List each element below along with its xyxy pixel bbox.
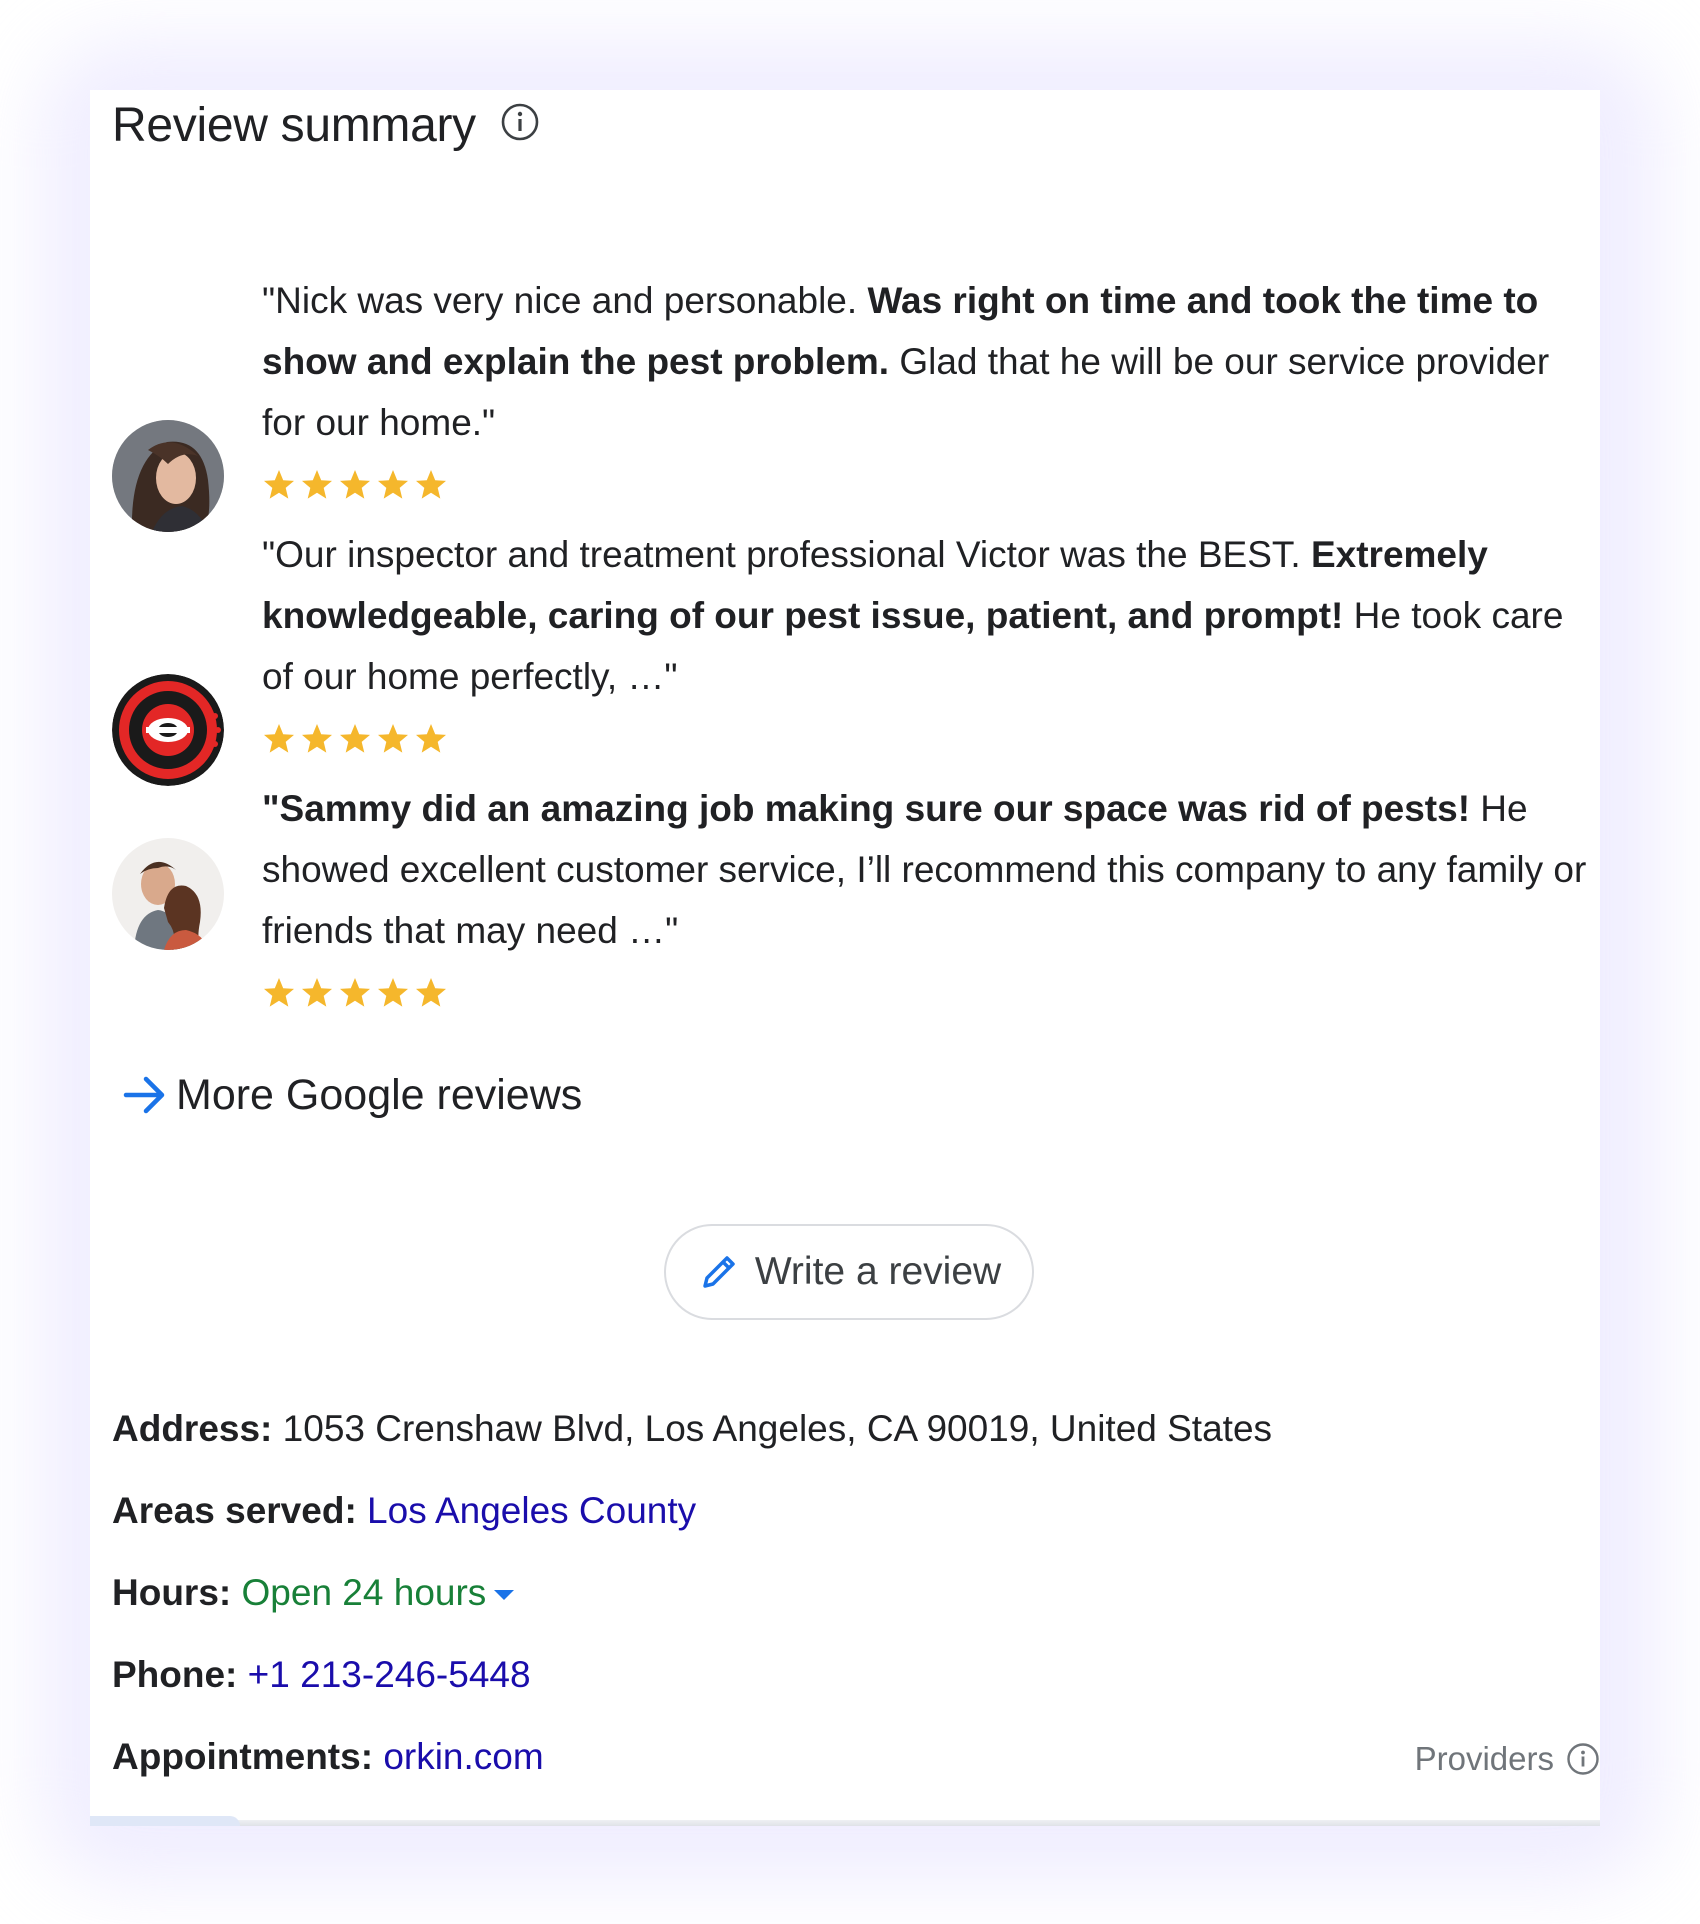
appointments-label: Appointments: xyxy=(112,1736,374,1777)
write-review-label: Write a review xyxy=(754,1250,1002,1293)
phone-row: Phone: +1 213-246-5448 xyxy=(112,1654,531,1696)
star-icon xyxy=(416,470,446,499)
areas-served-row: Areas served: Los Angeles County xyxy=(112,1490,696,1532)
review-highlight: "Sammy did an amazing job making sure ou… xyxy=(262,788,1471,829)
section-title: Review summary xyxy=(112,99,476,152)
pencil-icon xyxy=(703,1256,735,1288)
areas-served-link[interactable]: Los Angeles County xyxy=(367,1490,696,1531)
review-text: "Nick was very nice and personable. Was … xyxy=(262,270,1592,453)
review-summary-card: Review summary "Nick was very nice and p… xyxy=(90,90,1600,1826)
address-value: 1053 Crenshaw Blvd, Los Angeles, CA 9001… xyxy=(282,1408,1273,1449)
card-divider xyxy=(90,1820,1600,1826)
review-text: "Our inspector and treatment professiona… xyxy=(262,524,1592,707)
phone-label: Phone: xyxy=(112,1654,238,1695)
star-icon xyxy=(302,724,332,753)
star-rating xyxy=(262,976,448,1010)
star-icon xyxy=(340,978,370,1007)
review-text: "Sammy did an amazing job making sure ou… xyxy=(262,778,1592,961)
write-review-button[interactable]: Write a review xyxy=(664,1224,1034,1320)
star-icon xyxy=(302,470,332,499)
appointments-row: Appointments: orkin.com xyxy=(112,1736,544,1778)
hours-value[interactable]: Open 24 hours xyxy=(242,1572,487,1613)
reviewer-avatar xyxy=(112,420,224,532)
info-icon[interactable] xyxy=(500,102,540,142)
star-rating xyxy=(262,468,448,502)
star-rating xyxy=(262,722,448,756)
caret-down-icon[interactable] xyxy=(494,1590,515,1601)
arrow-right-icon xyxy=(123,1076,165,1114)
bottom-tab xyxy=(90,1816,240,1826)
reviewer-avatar xyxy=(112,674,224,786)
providers-info[interactable]: Providers xyxy=(1415,1740,1600,1778)
star-icon xyxy=(264,978,294,1007)
star-icon xyxy=(264,724,294,753)
more-reviews-label: More Google reviews xyxy=(176,1070,583,1119)
star-icon xyxy=(378,470,408,499)
info-icon xyxy=(1567,1743,1599,1775)
address-row: Address: 1053 Crenshaw Blvd, Los Angeles… xyxy=(112,1408,1272,1450)
hours-label: Hours: xyxy=(112,1572,232,1613)
star-icon xyxy=(416,724,446,753)
star-icon xyxy=(416,978,446,1007)
review-text-segment: "Nick was very nice and personable. xyxy=(262,280,868,321)
star-icon xyxy=(378,724,408,753)
areas-served-label: Areas served: xyxy=(112,1490,357,1531)
address-label: Address: xyxy=(112,1408,273,1449)
phone-link[interactable]: +1 213-246-5448 xyxy=(248,1654,531,1695)
appointments-link[interactable]: orkin.com xyxy=(383,1736,543,1777)
more-google-reviews-link[interactable]: More Google reviews xyxy=(120,1070,582,1120)
providers-label: Providers xyxy=(1414,1740,1554,1777)
star-icon xyxy=(302,978,332,1007)
title-row: Review summary xyxy=(112,98,540,153)
star-icon xyxy=(264,470,294,499)
reviewer-avatar xyxy=(112,838,224,950)
review-text-segment: "Our inspector and treatment professiona… xyxy=(262,534,1311,575)
hours-row: Hours: Open 24 hours xyxy=(112,1572,515,1614)
star-icon xyxy=(378,978,408,1007)
star-icon xyxy=(340,470,370,499)
star-icon xyxy=(340,724,370,753)
